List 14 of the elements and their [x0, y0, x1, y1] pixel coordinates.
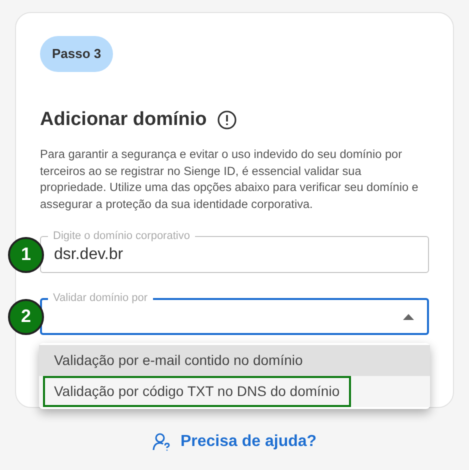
help-person-icon[interactable] — [152, 432, 172, 452]
info-icon — [216, 110, 237, 130]
step-marker: 2 — [8, 298, 44, 334]
option-label: Validação por código TXT no DNS do domínio — [45, 378, 349, 405]
step-badge: Passo 3 — [40, 36, 114, 72]
dropdown-option[interactable]: Validação por e-mail contido no domínio — [39, 345, 430, 376]
step-marker: 1 — [8, 236, 44, 272]
description: Para garantir a segurança e evitar o uso indevido do seu domínio por terceiros ao se registrar no Sienge ID, é essencial validar sua propriedade. Utilize uma das opções abaixo para verificar seu domínio e assegurar a proteção da sua identidade corporativa. — [40, 146, 420, 212]
page-title: Adicionar domínio — [40, 108, 207, 132]
field-label: Validar domínio por — [48, 291, 153, 305]
help-link[interactable]: Precisa de ajuda? — [180, 430, 317, 454]
option-label: Validação por e-mail contido no domínio — [53, 351, 304, 370]
dropdown-option[interactable]: Validação por código TXT no DNS do domínio — [39, 376, 430, 407]
field-label: Digite o domínio corporativo — [48, 229, 195, 243]
